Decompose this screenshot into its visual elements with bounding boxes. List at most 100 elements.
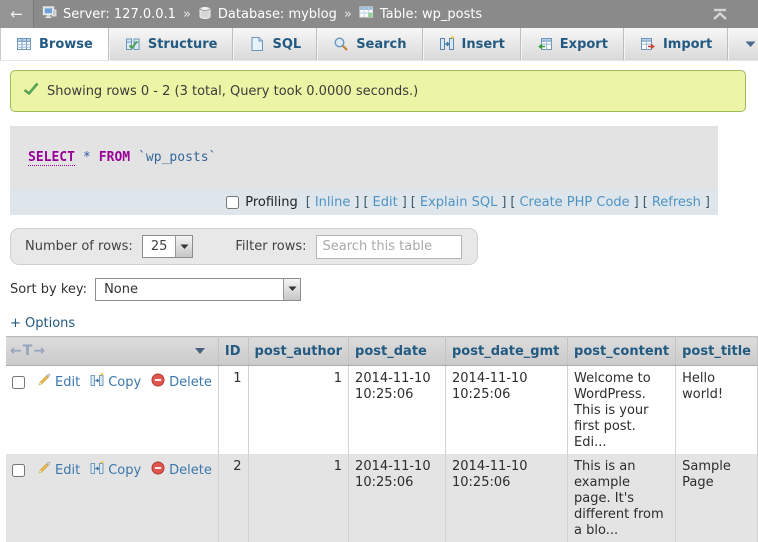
tab-insert[interactable]: Insert: [423, 28, 521, 60]
pencil-icon: [37, 373, 51, 392]
search-icon: [333, 36, 349, 52]
options-toggle-link[interactable]: + Options: [10, 316, 75, 331]
delete-icon: [151, 373, 165, 392]
bracket: [: [510, 195, 515, 210]
column-header-id[interactable]: ID: [218, 337, 248, 366]
delete-row-link[interactable]: Delete: [151, 373, 212, 392]
edit-label: Edit: [55, 375, 80, 391]
bracket: [: [363, 195, 368, 210]
create-php-code-link[interactable]: Create PHP Code: [519, 195, 629, 210]
delete-label: Delete: [169, 463, 212, 479]
transpose-icon[interactable]: ←T→: [10, 343, 46, 359]
top-bar: ← Server: 127.0.0.1 » Database: myblog »…: [0, 0, 758, 28]
cell-post-title: Sample Page: [676, 454, 758, 542]
filter-rows-input[interactable]: [316, 235, 462, 259]
bracket: [: [306, 195, 311, 210]
structure-icon: [125, 36, 141, 52]
cell-post-date: 2014-11-10 10:25:06: [349, 454, 446, 542]
bracket: ]: [354, 195, 359, 210]
delete-icon: [151, 461, 165, 480]
sql-star: *: [83, 150, 91, 165]
delete-row-link[interactable]: Delete: [151, 461, 212, 480]
tab-search[interactable]: Search: [317, 28, 422, 60]
pencil-icon: [37, 461, 51, 480]
row-checkbox[interactable]: [12, 376, 25, 389]
tab-label: Structure: [148, 37, 218, 52]
table-row: Edit Copy Delete 2 1 2014-11-10 10:25:06…: [6, 454, 758, 542]
edit-row-link[interactable]: Edit: [37, 373, 80, 392]
left-arrow-icon: ←: [10, 5, 23, 23]
breadcrumb-server[interactable]: Server: 127.0.0.1: [63, 7, 176, 22]
tab-export[interactable]: Export: [521, 28, 624, 60]
cell-post-date-gmt: 2014-11-10 10:25:06: [446, 454, 568, 542]
bracket: ]: [705, 195, 710, 210]
number-of-rows-label: Number of rows:: [25, 239, 133, 254]
breadcrumb-table[interactable]: Table: wp_posts: [380, 7, 482, 22]
tab-structure[interactable]: Structure: [109, 28, 234, 60]
cell-id: 1: [218, 366, 248, 455]
browse-icon: [16, 36, 32, 52]
import-icon: [640, 36, 656, 52]
bracket: ]: [634, 195, 639, 210]
filter-rows-label: Filter rows:: [235, 239, 306, 254]
tab-more[interactable]: More: [728, 28, 758, 60]
success-text: Showing rows 0 - 2 (3 total, Query took …: [47, 84, 418, 99]
table-row: Edit Copy Delete 1 1 2014-11-10 10:25:06…: [6, 366, 758, 455]
select-arrow-icon: [175, 236, 192, 257]
table-icon: [359, 5, 374, 23]
edit-query-link[interactable]: Edit: [373, 195, 398, 210]
sort-row: Sort by key: None: [10, 274, 758, 304]
cell-id: 2: [218, 454, 248, 542]
column-header-post-date-gmt[interactable]: post_date_gmt: [446, 337, 568, 366]
copy-label: Copy: [108, 375, 141, 391]
sort-by-key-value: None: [96, 279, 146, 300]
column-header-post-date[interactable]: post_date: [349, 337, 446, 366]
insert-icon: [439, 36, 455, 52]
bracket: [: [643, 195, 648, 210]
export-icon: [537, 36, 553, 52]
cell-post-author: 1: [248, 454, 349, 542]
breadcrumb: Server: 127.0.0.1 » Database: myblog » T…: [34, 5, 482, 24]
tab-sql[interactable]: SQL: [233, 28, 317, 60]
copy-icon: [90, 373, 104, 392]
refresh-link[interactable]: Refresh: [652, 195, 701, 210]
profiling-checkbox[interactable]: [226, 196, 239, 209]
edit-label: Edit: [55, 463, 80, 479]
cell-post-title: Hello world!: [676, 366, 758, 455]
breadcrumb-database[interactable]: Database: myblog: [218, 7, 337, 22]
sort-by-key-select[interactable]: None: [95, 278, 301, 301]
server-icon: [42, 5, 57, 24]
sort-options-chevron-icon[interactable]: [194, 344, 212, 359]
cell-post-content: Welcome to WordPress. This is your first…: [568, 366, 676, 455]
copy-row-link[interactable]: Copy: [90, 461, 141, 480]
scroll-to-top-icon[interactable]: [710, 8, 730, 21]
select-arrow-icon: [283, 279, 300, 300]
column-header-post-author[interactable]: post_author: [248, 337, 349, 366]
bracket: ]: [501, 195, 506, 210]
database-icon: [198, 5, 212, 24]
chevron-down-icon: [744, 40, 757, 49]
sql-table-ref: `wp_posts`: [138, 150, 216, 165]
sql-icon: [249, 36, 265, 52]
bracket: ]: [402, 195, 407, 210]
row-checkbox[interactable]: [12, 464, 25, 477]
row-controls-bar: Number of rows: 25 Filter rows:: [10, 228, 478, 265]
tab-import[interactable]: Import: [624, 28, 728, 60]
number-of-rows-value: 25: [143, 236, 176, 257]
success-message: Showing rows 0 - 2 (3 total, Query took …: [10, 70, 746, 112]
tab-browse[interactable]: Browse: [0, 28, 109, 60]
number-of-rows-select[interactable]: 25: [142, 235, 194, 258]
results-table: ←T→ ID post_author post_date post_date_g…: [6, 336, 758, 542]
explain-sql-link[interactable]: Explain SQL: [420, 195, 497, 210]
inline-link[interactable]: Inline: [315, 195, 351, 210]
profiling-label: Profiling: [245, 195, 298, 210]
tab-label: Import: [663, 37, 712, 52]
nav-panel-collapse-button[interactable]: ←: [0, 0, 34, 28]
column-header-post-title[interactable]: post_title: [676, 337, 758, 366]
edit-row-link[interactable]: Edit: [37, 461, 80, 480]
table-header-row: ←T→ ID post_author post_date post_date_g…: [6, 337, 758, 366]
column-header-post-content[interactable]: post_content: [568, 337, 676, 366]
cell-post-author: 1: [248, 366, 349, 455]
copy-row-link[interactable]: Copy: [90, 373, 141, 392]
bracket: [: [411, 195, 416, 210]
